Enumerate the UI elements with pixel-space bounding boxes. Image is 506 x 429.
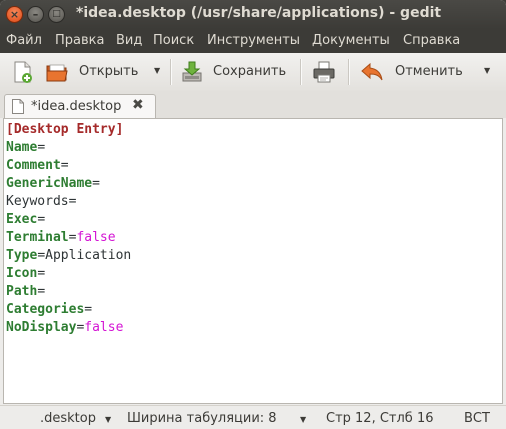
- maximize-window-button[interactable]: □: [48, 6, 65, 23]
- menu-search[interactable]: Поиск: [153, 33, 194, 48]
- code-line: Icon=: [6, 265, 45, 283]
- menu-documents[interactable]: Документы: [312, 33, 390, 48]
- code-line: Terminal=false: [6, 229, 116, 247]
- code-line: Path=: [6, 283, 45, 301]
- code-line: Name=: [6, 139, 45, 157]
- open-recent-dropdown[interactable]: ▼: [154, 66, 160, 75]
- document-icon: [12, 99, 24, 114]
- config-key: GenericName: [6, 176, 93, 191]
- minimize-window-button[interactable]: –: [27, 6, 44, 23]
- equals-sign: =: [84, 302, 93, 317]
- document-tabs: *idea.desktop ✖: [0, 91, 506, 118]
- tab-width-selector[interactable]: Ширина табуляции: 8: [127, 411, 277, 426]
- config-key: Icon: [6, 266, 38, 281]
- menu-file[interactable]: Файл: [6, 33, 42, 48]
- undo-label: Отменить: [395, 64, 463, 79]
- config-key: Keywords: [6, 194, 69, 209]
- config-key: Categories: [6, 302, 85, 317]
- config-value: Application: [45, 248, 132, 263]
- print-button[interactable]: [312, 60, 336, 84]
- equals-sign: =: [37, 284, 46, 299]
- code-line: Comment=: [6, 157, 69, 175]
- code-line: Categories=: [6, 301, 92, 319]
- undo-arrow-icon: [361, 62, 383, 81]
- config-key: Comment: [6, 158, 61, 173]
- code-line: Keywords=: [6, 193, 76, 211]
- config-key: Exec: [6, 212, 38, 227]
- text-editor[interactable]: [Desktop Entry] Name= Comment= GenericName=…: [3, 118, 503, 404]
- code-line: NoDisplay=false: [6, 319, 123, 337]
- config-value: false: [76, 230, 116, 245]
- save-icon: [182, 61, 202, 82]
- config-key: NoDisplay: [6, 320, 77, 335]
- toolbar-separator: [300, 59, 301, 85]
- equals-sign: =: [60, 158, 69, 173]
- close-window-button[interactable]: ×: [6, 6, 23, 23]
- save-button[interactable]: [180, 60, 204, 84]
- config-key: Type: [6, 248, 38, 263]
- config-key: Path: [6, 284, 38, 299]
- save-label: Сохранить: [213, 64, 287, 79]
- tab-close-icon[interactable]: ✖: [132, 97, 144, 113]
- new-document-icon: [14, 61, 32, 83]
- menu-help[interactable]: Справка: [403, 33, 460, 48]
- tab-label: *idea.desktop: [31, 99, 122, 114]
- title-bar: × – □ *idea.desktop (/usr/share/applicat…: [0, 0, 506, 29]
- equals-sign: =: [37, 140, 46, 155]
- toolbar-separator: [170, 59, 171, 85]
- code-line: Type=Application: [6, 247, 131, 265]
- menu-tools[interactable]: Инструменты: [207, 33, 300, 48]
- code-line: Exec=: [6, 211, 45, 229]
- open-label: Открыть: [79, 64, 139, 79]
- cursor-position: Стр 12, Стлб 16: [326, 411, 434, 426]
- equals-sign: =: [92, 176, 100, 191]
- equals-sign: =: [68, 194, 77, 209]
- equals-sign: =: [37, 266, 46, 281]
- undo-dropdown[interactable]: ▼: [484, 66, 490, 75]
- close-icon: ×: [9, 8, 20, 21]
- code-line: [Desktop Entry]: [6, 121, 123, 139]
- new-document-button[interactable]: [10, 60, 34, 84]
- open-folder-icon: [46, 64, 68, 82]
- config-key: Terminal: [6, 230, 69, 245]
- status-bar: .desktop ▼ Ширина табуляции: 8 ▼ Стр 12,…: [0, 405, 506, 429]
- menu-view[interactable]: Вид: [116, 33, 142, 48]
- language-dropdown-icon[interactable]: ▼: [105, 415, 111, 424]
- insert-mode: ВСТ: [464, 411, 490, 426]
- config-key: Name: [6, 140, 38, 155]
- menu-bar: Файл Правка Вид Поиск Инструменты Докуме…: [0, 29, 506, 53]
- minimize-icon: –: [32, 8, 39, 21]
- tab-width-dropdown-icon[interactable]: ▼: [300, 415, 306, 424]
- open-button[interactable]: [45, 60, 69, 84]
- config-value: false: [84, 320, 124, 335]
- tab-idea-desktop[interactable]: *idea.desktop ✖: [4, 94, 156, 118]
- maximize-icon: □: [52, 9, 61, 19]
- toolbar: Открыть ▼ Сохранить Отменить ▼: [0, 53, 506, 92]
- equals-sign: =: [37, 212, 46, 227]
- window-title: *idea.desktop (/usr/share/applications) …: [76, 5, 442, 21]
- undo-button[interactable]: [360, 60, 384, 84]
- section-header: [Desktop Entry]: [6, 122, 124, 137]
- gedit-window: × – □ *idea.desktop (/usr/share/applicat…: [0, 0, 506, 429]
- equals-sign: =: [37, 248, 46, 263]
- toolbar-separator: [348, 59, 349, 85]
- printer-icon: [313, 61, 335, 83]
- menu-edit[interactable]: Правка: [55, 33, 104, 48]
- code-line: GenericName=: [6, 175, 100, 193]
- language-selector[interactable]: .desktop: [40, 411, 96, 426]
